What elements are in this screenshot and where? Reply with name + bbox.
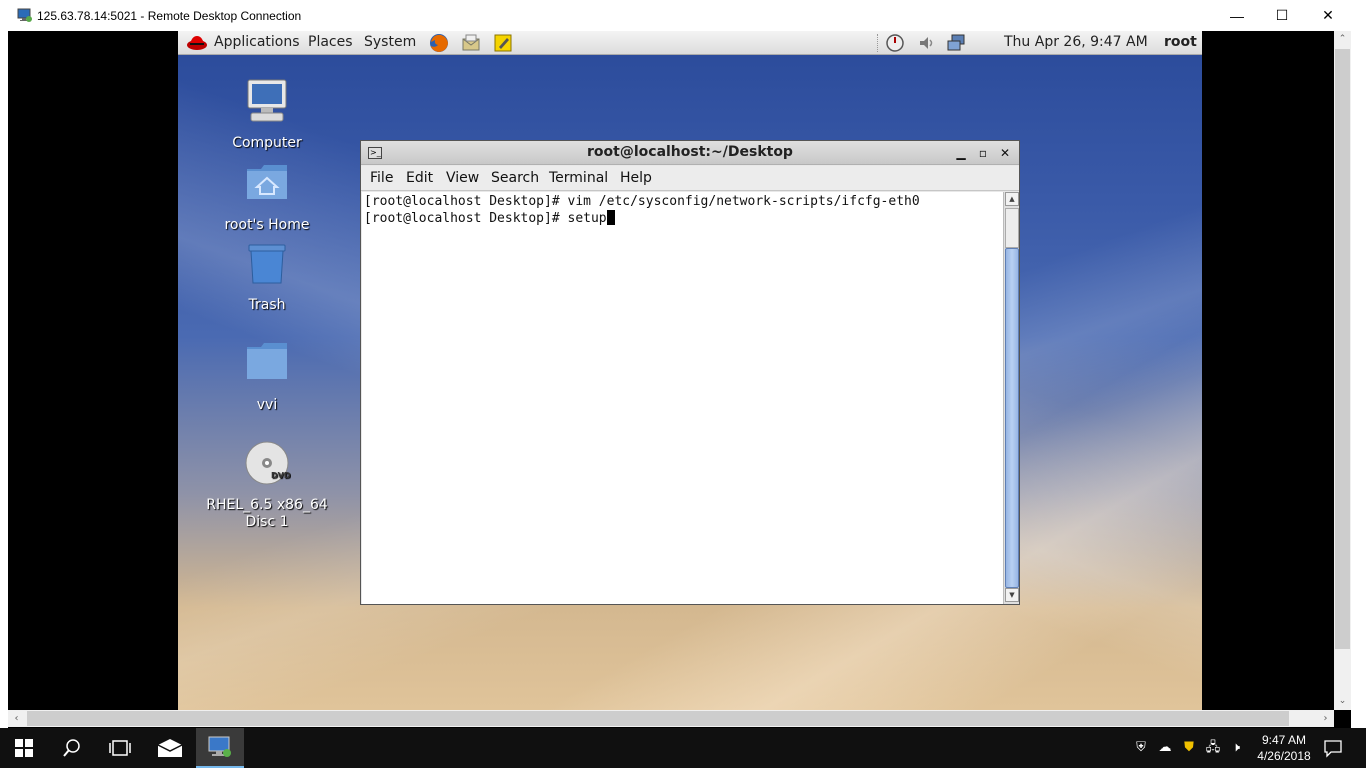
remote-desktop-icon: [17, 8, 32, 22]
desktop-icon-vvi[interactable]: vvi: [202, 339, 332, 414]
terminal-current-input: [root@localhost Desktop]# setup: [364, 211, 607, 226]
update-clock-icon[interactable]: [884, 33, 906, 53]
rdp-title-bar[interactable]: 125.63.78.14:5021 - Remote Desktop Conne…: [8, 0, 1366, 31]
scroll-down-arrow-icon[interactable]: ▼: [1005, 588, 1019, 602]
action-center-icon[interactable]: [1323, 738, 1343, 758]
search-icon: [63, 739, 80, 757]
text-cursor: [606, 210, 615, 225]
terminal-line: [root@localhost Desktop]# setup: [364, 210, 1001, 227]
terminal-maximize-button[interactable]: ▫: [973, 143, 993, 163]
desktop-icon-label: root's Home: [224, 217, 310, 233]
scrollbar-thumb[interactable]: [27, 711, 1289, 726]
panel-clock[interactable]: Thu Apr 26, 9:47 AM: [1004, 34, 1148, 50]
folder-icon: [247, 343, 287, 379]
maximize-icon: ☐: [1275, 7, 1289, 23]
menu-places[interactable]: Places: [308, 34, 353, 50]
scroll-up-arrow-icon[interactable]: ▲: [1005, 192, 1019, 206]
terminal-close-button[interactable]: ✕: [995, 143, 1015, 163]
panel-separator: [877, 34, 879, 52]
scrollbar-track: [1005, 208, 1019, 248]
desktop-icon-label: Computer: [232, 135, 302, 151]
menu-terminal[interactable]: Terminal: [549, 170, 608, 186]
scroll-down-arrow-icon[interactable]: ⌄: [1334, 693, 1351, 710]
clock-time: 9:47 AM: [1261, 733, 1307, 747]
terminal-minimize-button[interactable]: ▁: [951, 143, 971, 163]
desktop-icon-label: RHEL_6.5 x86_64 Disc 1: [206, 497, 328, 530]
desktop-icon-dvd[interactable]: DVD RHEL_6.5 x86_64 Disc 1: [202, 439, 332, 531]
close-icon: ✕: [1322, 7, 1334, 23]
windows-taskbar: ⛨ ☁ ⛊ 🖧 🕨 9:47 AM 4/26/2018: [0, 728, 1366, 768]
terminal-title-bar[interactable]: >_ root@localhost:~/Desktop ▁ ▫ ✕: [361, 141, 1019, 165]
svg-text:DVD: DVD: [271, 471, 291, 480]
remote-desktop[interactable]: Applications Places System Thu Apr 26, 9…: [178, 31, 1202, 710]
desktop-icon-label: vvi: [256, 397, 278, 413]
terminal-title: root@localhost:~/Desktop: [587, 144, 793, 160]
firefox-icon[interactable]: [428, 32, 450, 54]
desktop-icon-label: Trash: [248, 297, 286, 313]
minimize-button[interactable]: —: [1214, 0, 1260, 31]
maximize-button[interactable]: ☐: [1259, 0, 1305, 31]
terminal-window[interactable]: >_ root@localhost:~/Desktop ▁ ▫ ✕ File E…: [360, 140, 1020, 605]
window-border: [1351, 31, 1366, 728]
close-button[interactable]: ✕: [1305, 0, 1351, 31]
task-view-icon: [109, 740, 131, 756]
menu-file[interactable]: File: [370, 170, 393, 186]
taskbar-remote-desktop-app[interactable]: [196, 728, 244, 768]
panel-user-name[interactable]: root: [1164, 34, 1197, 50]
rdp-title: 125.63.78.14:5021 - Remote Desktop Conne…: [37, 9, 302, 23]
clock-date: 4/26/2018: [1257, 749, 1311, 763]
taskbar-mail-app[interactable]: [146, 728, 194, 768]
search-button[interactable]: [48, 728, 96, 768]
scrollbar-thumb[interactable]: [1335, 49, 1350, 649]
menu-system[interactable]: System: [364, 34, 416, 50]
scrollbar-thumb[interactable]: [1005, 248, 1019, 588]
remote-desktop-window: 125.63.78.14:5021 - Remote Desktop Conne…: [0, 0, 1366, 728]
network-icon[interactable]: 🖧: [1205, 739, 1221, 755]
mail-icon: [157, 739, 183, 757]
remote-desktop-icon: [208, 736, 231, 757]
computer-icon: [247, 79, 287, 122]
desktop-icon-home[interactable]: root's Home: [202, 159, 332, 234]
scroll-right-arrow-icon[interactable]: ›: [1317, 710, 1334, 727]
window-border: [0, 0, 8, 728]
start-button[interactable]: [0, 728, 48, 768]
notes-editor-icon[interactable]: [492, 32, 514, 54]
home-folder-icon: [247, 165, 287, 199]
trash-icon: [248, 244, 286, 284]
menu-edit[interactable]: Edit: [406, 170, 433, 186]
menu-search[interactable]: Search: [491, 170, 539, 186]
menu-applications[interactable]: Applications: [214, 34, 300, 50]
gnome-top-panel: Applications Places System Thu Apr 26, 9…: [178, 31, 1202, 55]
dvd-icon: DVD: [245, 441, 291, 485]
mail-icon[interactable]: [460, 32, 482, 54]
defender-icon[interactable]: ⛨: [1133, 739, 1149, 755]
terminal-menu-bar: File Edit View Search Terminal Help: [361, 166, 1019, 191]
windows-logo-icon: [15, 739, 33, 757]
network-icon[interactable]: [946, 33, 968, 53]
redhat-logo-icon[interactable]: [186, 34, 208, 51]
rdp-horizontal-scrollbar[interactable]: ‹ ›: [8, 710, 1334, 727]
security-shield-icon[interactable]: ⛊: [1181, 739, 1197, 755]
menu-view[interactable]: View: [446, 170, 479, 186]
taskbar-clock[interactable]: 9:47 AM 4/26/2018: [1254, 732, 1314, 764]
terminal-output[interactable]: [root@localhost Desktop]# vim /etc/sysco…: [362, 192, 1003, 604]
onedrive-icon[interactable]: ☁: [1157, 739, 1173, 755]
desktop-icon-trash[interactable]: Trash: [202, 239, 332, 314]
rdp-vertical-scrollbar[interactable]: ⌃ ⌄: [1334, 31, 1351, 710]
desktop-icon-computer[interactable]: Computer: [202, 77, 332, 152]
volume-muted-icon[interactable]: 🕨: [1228, 739, 1244, 755]
scroll-left-arrow-icon[interactable]: ‹: [8, 710, 25, 727]
terminal-scrollbar[interactable]: ▲ ▼: [1003, 192, 1019, 604]
minimize-icon: —: [1230, 7, 1244, 24]
terminal-line: [root@localhost Desktop]# vim /etc/sysco…: [364, 194, 920, 209]
task-view-button[interactable]: [96, 728, 144, 768]
scroll-up-arrow-icon[interactable]: ⌃: [1334, 31, 1351, 48]
menu-help[interactable]: Help: [620, 170, 652, 186]
volume-icon[interactable]: [916, 33, 938, 53]
